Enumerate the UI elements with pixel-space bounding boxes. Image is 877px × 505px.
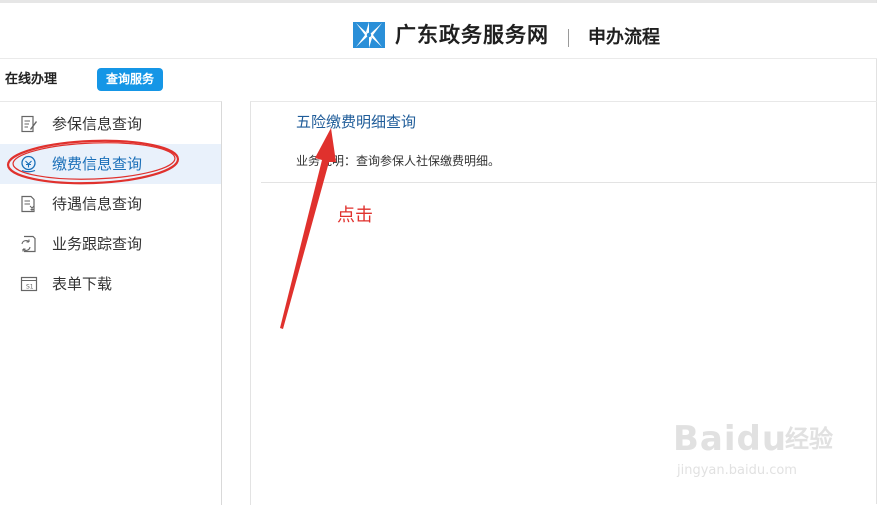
site-header: 广东政务服务网 申办流程 (0, 3, 877, 59)
sidebar-item-label: 缴费信息查询 (52, 155, 143, 173)
sidebar-item-benefit-info[interactable]: 待遇信息查询 (0, 184, 221, 224)
watermark-url: jingyan.baidu.com (677, 463, 797, 478)
tab-query-service[interactable]: 查询服务 (97, 68, 163, 91)
sidebar-item-insurance-info[interactable]: 参保信息查询 (0, 104, 221, 144)
sidebar-item-label: 待遇信息查询 (52, 195, 143, 213)
sidebar-item-label: 参保信息查询 (52, 115, 143, 133)
five-insurance-payment-link[interactable]: 五险缴费明细查询 (296, 113, 416, 131)
sidebar-item-label: 表单下载 (52, 275, 113, 293)
benefit-document-icon (21, 195, 35, 213)
site-name[interactable]: 广东政务服务网 (395, 23, 549, 47)
header-divider (568, 29, 569, 47)
tab-bar: 在线办理 查询服务 (0, 59, 877, 101)
page-title: 申办流程 (588, 27, 660, 48)
edit-document-icon (21, 115, 37, 133)
sidebar-item-label: 业务跟踪查询 (52, 235, 143, 253)
sidebar-item-form-download[interactable]: S1 表单下载 (0, 264, 221, 304)
tab-online[interactable]: 在线办理 (5, 72, 57, 88)
payment-icon (21, 155, 36, 173)
annotation-label: 点击 (337, 205, 373, 226)
content-divider (261, 182, 877, 183)
watermark: Baidu 经验 jingyan.baidu.com (673, 410, 833, 485)
refresh-document-icon (21, 235, 36, 253)
watermark-brand: Baidu (673, 419, 788, 459)
form-download-icon: S1 (20, 276, 38, 292)
sidebar: 参保信息查询 缴费信息查询 待遇信息查询 业务跟踪查询 S1 表单下载 (0, 101, 222, 505)
svg-text:S1: S1 (26, 284, 34, 291)
sidebar-item-payment-info[interactable]: 缴费信息查询 (0, 144, 221, 184)
watermark-brand-cn: 经验 (785, 425, 833, 453)
site-logo-icon (353, 22, 385, 48)
business-description: 业务说明：查询参保人社保缴费明细。 (296, 154, 501, 168)
sidebar-item-business-tracking[interactable]: 业务跟踪查询 (0, 224, 221, 264)
